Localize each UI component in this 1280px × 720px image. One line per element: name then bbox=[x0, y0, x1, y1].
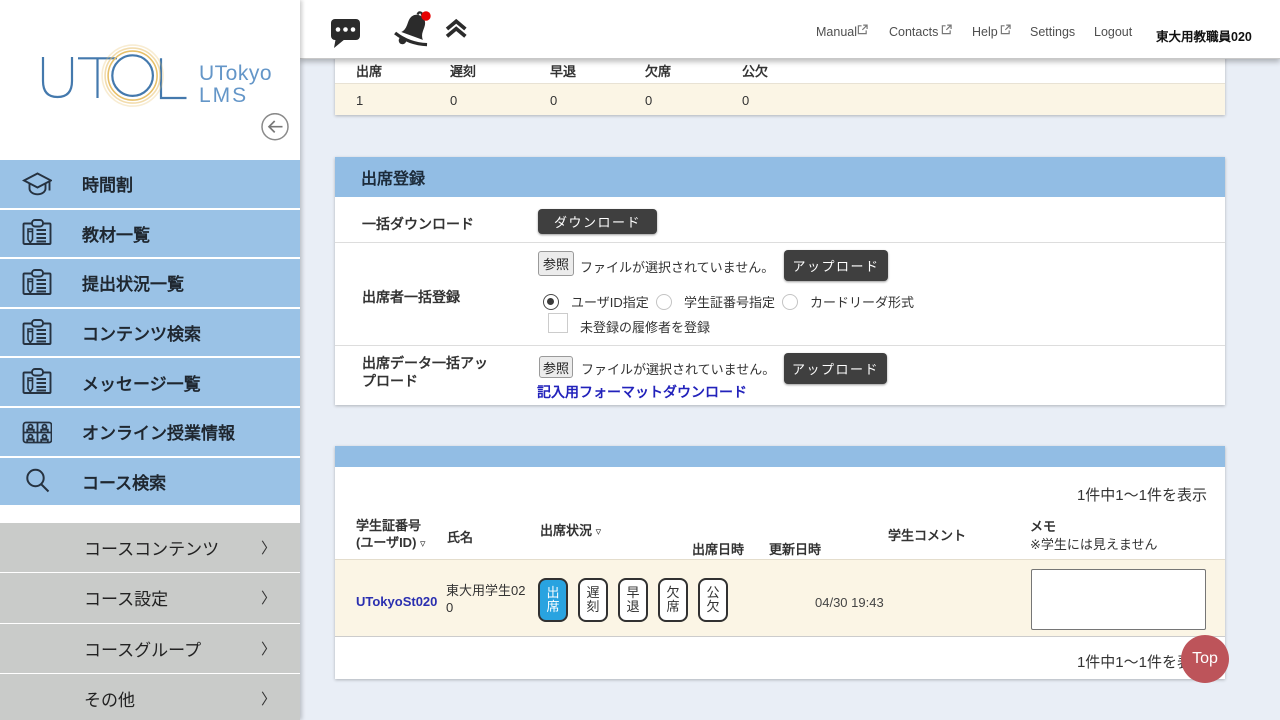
svg-text:LMS: LMS bbox=[199, 84, 248, 107]
svg-text:UTokyo: UTokyo bbox=[199, 62, 272, 85]
